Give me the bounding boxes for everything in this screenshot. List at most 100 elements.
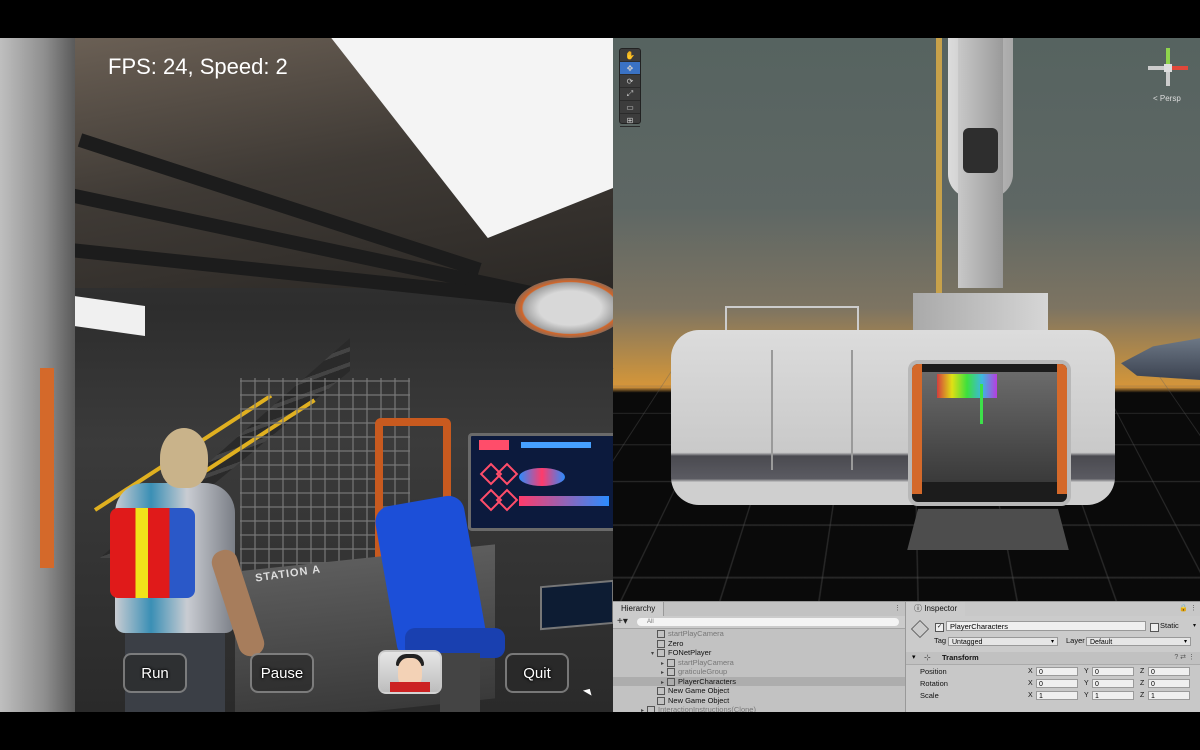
transform-component-header[interactable]: ▾ ⊹ Transform ? ⇄ ⋮	[906, 652, 1200, 665]
add-icon[interactable]: +▾	[617, 616, 628, 628]
hierarchy-item[interactable]: ▾ FONetPlayer	[613, 648, 905, 658]
transform-x-field[interactable]: 0	[1036, 667, 1078, 676]
transform-icon[interactable]: ⊞	[620, 114, 640, 127]
hierarchy-item[interactable]: ▸ startPlayCamera	[613, 658, 905, 668]
rect-icon[interactable]: ▭	[620, 101, 640, 114]
move-icon[interactable]: ✥	[620, 62, 640, 75]
active-checkbox[interactable]: ✓	[935, 623, 944, 632]
gameobject-cube-icon	[910, 619, 930, 639]
quit-button-label: Quit	[523, 664, 551, 682]
transform-y-field[interactable]: 0	[1092, 667, 1134, 676]
axis-x-label[interactable]: X	[1028, 667, 1033, 676]
transform-x-field[interactable]: 0	[1036, 679, 1078, 688]
inspector-menu-icon[interactable]: 🔒 ⋮	[1179, 604, 1197, 612]
layer-dropdown[interactable]: Default ▾	[1086, 637, 1191, 646]
static-checkbox[interactable]	[1150, 623, 1159, 632]
hierarchy-search-input[interactable]: All	[637, 618, 899, 626]
letterbox-bottom	[0, 712, 1200, 750]
transform-z-field[interactable]: 1	[1148, 691, 1190, 700]
axis-y-label[interactable]: Y	[1084, 679, 1089, 688]
hierarchy-tree: startPlayCamera Zero ▾ FONetPlayer ▸ startPla…	[613, 629, 905, 713]
entry-ramp	[907, 508, 1069, 551]
hand-icon[interactable]: ✋	[620, 49, 640, 62]
left-wall	[0, 38, 75, 712]
gizmo-x-axis[interactable]	[1172, 66, 1188, 70]
transform-y-field[interactable]: 0	[1092, 679, 1134, 688]
axis-y-label[interactable]: Y	[1084, 691, 1089, 700]
hierarchy-item-label: New Game Object	[668, 695, 730, 705]
character-backpack	[110, 508, 195, 598]
hierarchy-item[interactable]: startPlayCamera	[613, 629, 905, 639]
scale-icon[interactable]: ⤢	[620, 88, 640, 101]
tag-dropdown[interactable]: Untagged ▾	[948, 637, 1058, 646]
component-title: Transform	[942, 653, 979, 662]
gizmo-neg-x-axis[interactable]	[1148, 66, 1164, 70]
foldout-arrow-icon[interactable]: ▾	[912, 652, 916, 664]
hierarchy-item-label: Zero	[668, 638, 684, 648]
static-label: Static	[1160, 621, 1179, 630]
scene-view[interactable]: ✋ ✥ ⟳ ⤢ ▭ ⊞ < Persp	[613, 38, 1200, 601]
chevron-down-icon: ▾	[1050, 639, 1054, 645]
gizmo-center[interactable]	[1164, 64, 1172, 72]
tag-label: Tag	[934, 636, 947, 645]
chevron-down-icon: ▾	[1183, 639, 1187, 645]
axis-z-label[interactable]: Z	[1140, 691, 1144, 700]
hierarchy-item[interactable]: New Game Object	[613, 696, 905, 706]
axis-z-label[interactable]: Z	[1140, 679, 1144, 688]
axis-x-label[interactable]: X	[1028, 679, 1033, 688]
hierarchy-item-label: startPlayCamera	[668, 629, 724, 638]
orientation-gizmo[interactable]	[1148, 48, 1188, 88]
console-panel	[540, 579, 613, 631]
wall-accent	[40, 368, 54, 568]
mouse-cursor-icon	[582, 686, 595, 696]
arm-joint	[963, 128, 998, 173]
transform-z-field[interactable]: 0	[1148, 667, 1190, 676]
hierarchy-item[interactable]: ▸ PlayerCharacters	[613, 676, 905, 686]
panel-menu-icon[interactable]: ⋮	[894, 604, 901, 612]
static-dropdown-icon[interactable]: ▾	[1193, 621, 1196, 631]
quit-button[interactable]: Quit	[505, 653, 569, 693]
run-button[interactable]: Run	[123, 653, 187, 693]
transform-row-label: Position	[920, 667, 947, 676]
interior-neon	[937, 374, 997, 398]
hierarchy-item-label: FONetPlayer	[668, 648, 712, 657]
gizmo-z-axis[interactable]	[1166, 72, 1170, 86]
hierarchy-item-label: PlayerCharacters	[678, 676, 736, 686]
avatar-button[interactable]	[378, 650, 442, 694]
layer-label: Layer	[1066, 636, 1085, 645]
axis-x-label[interactable]: X	[1028, 691, 1033, 700]
screen-diamond	[495, 488, 519, 512]
screen-diamond	[495, 462, 519, 486]
transform-y-field[interactable]: 1	[1092, 691, 1134, 700]
transform-z-field[interactable]: 0	[1148, 679, 1190, 688]
hierarchy-item[interactable]: Zero	[613, 639, 905, 649]
component-menu-icon[interactable]: ? ⇄ ⋮	[1174, 652, 1195, 664]
game-view[interactable]: STATION A FPS: 24, Speed: 2 Run Pause Qu…	[0, 38, 613, 712]
axis-y-label[interactable]: Y	[1084, 667, 1089, 676]
hierarchy-item[interactable]: ▸ graticuleGroup	[613, 667, 905, 677]
object-name-field[interactable]: PlayerCharacters	[946, 621, 1146, 631]
panel-seam	[771, 350, 773, 470]
scene-toolbar: ✋ ✥ ⟳ ⤢ ▭ ⊞	[619, 48, 641, 127]
hierarchy-toolbar: +▾ All	[613, 616, 905, 629]
gameobject-icon	[667, 668, 675, 677]
hierarchy-tab[interactable]: Hierarchy	[613, 602, 665, 616]
chair-base	[440, 653, 480, 712]
pause-button[interactable]: Pause	[250, 653, 314, 693]
hierarchy-item[interactable]: New Game Object	[613, 686, 905, 696]
gameobject-icon	[657, 687, 665, 696]
move-gizmo-y-axis[interactable]	[980, 384, 983, 424]
inspector-tab[interactable]: ⓘ Inspector	[906, 602, 966, 616]
module-doorway[interactable]	[908, 360, 1071, 506]
axis-z-label[interactable]: Z	[1140, 667, 1144, 676]
arm-base	[913, 293, 1048, 333]
rotate-icon[interactable]: ⟳	[620, 75, 640, 88]
door-accent	[912, 364, 922, 494]
avatar-shirt	[390, 682, 430, 692]
door-accent	[1057, 364, 1067, 494]
run-button-label: Run	[141, 664, 169, 682]
transform-x-field[interactable]: 1	[1036, 691, 1078, 700]
projection-toggle[interactable]: < Persp	[1153, 94, 1181, 103]
inspector-tab-label: Inspector	[924, 604, 958, 613]
gizmo-y-axis[interactable]	[1166, 48, 1170, 64]
